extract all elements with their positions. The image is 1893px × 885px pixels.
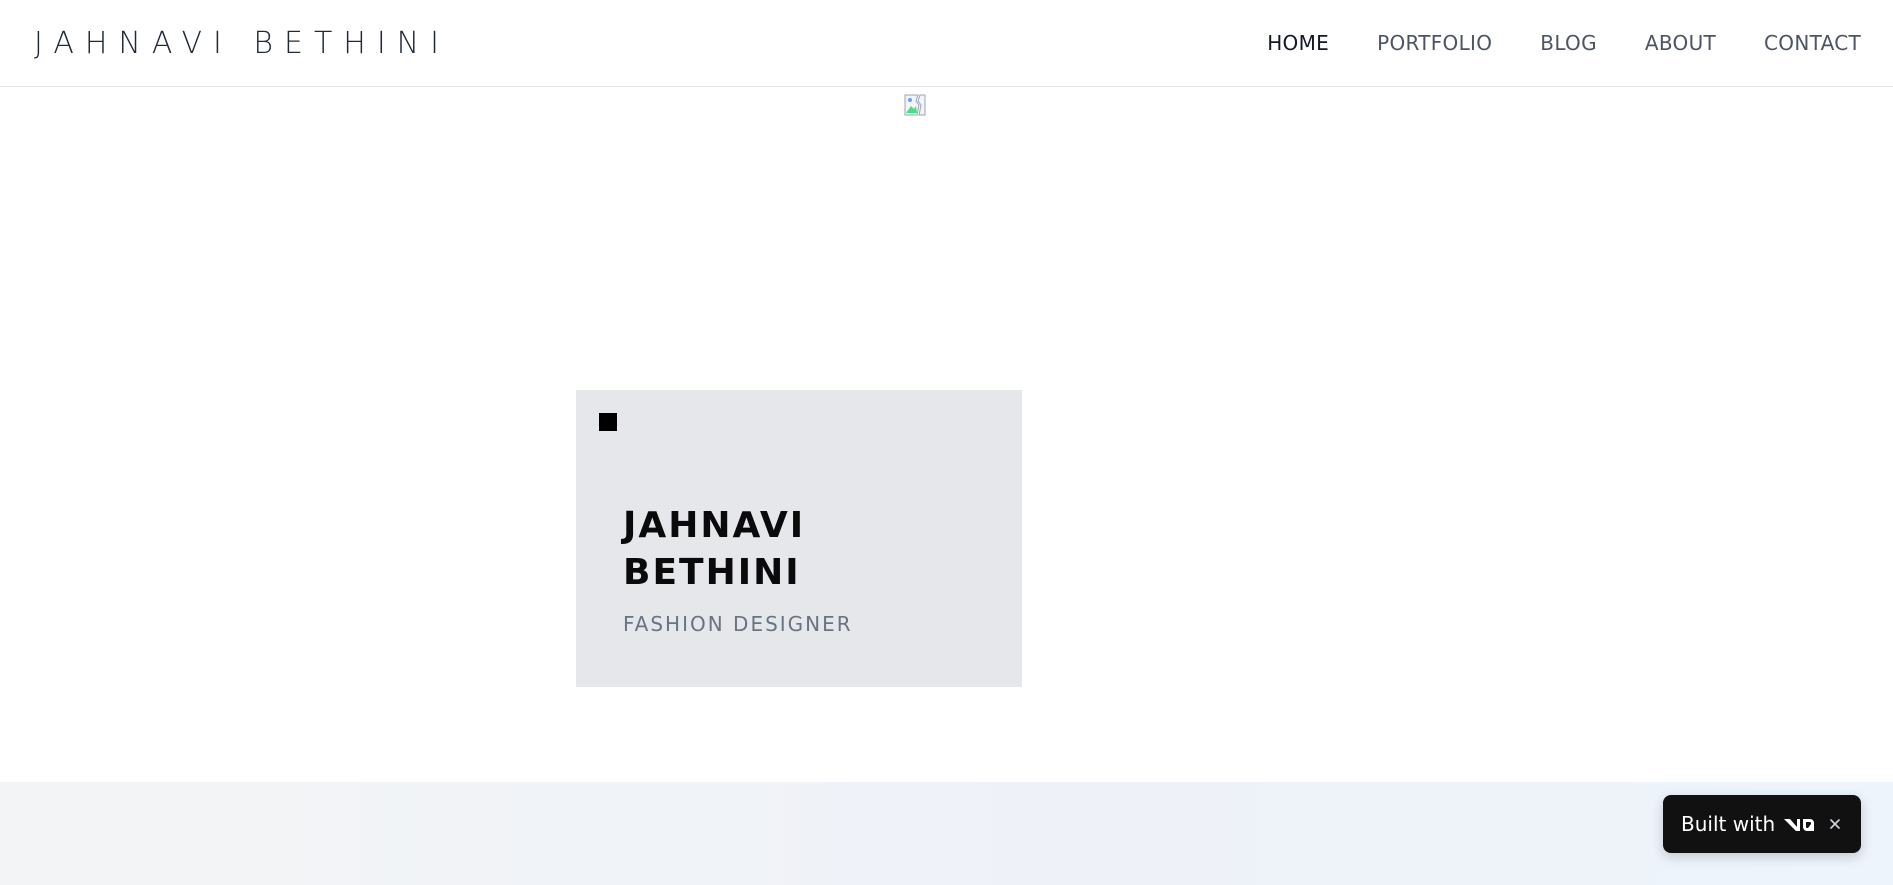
hero-name-line2: BETHINI <box>623 552 801 593</box>
page: JAHNAVI BETHINI HOME PORTFOLIO BLOG ABOU… <box>0 0 1893 885</box>
nav-blog[interactable]: BLOG <box>1540 31 1597 55</box>
hero-card: JAHNAVI BETHINI FASHION DESIGNER <box>576 390 1022 687</box>
nav-about[interactable]: ABOUT <box>1645 31 1716 55</box>
close-icon[interactable] <box>1825 814 1845 834</box>
decorative-square <box>599 413 617 431</box>
nav-portfolio[interactable]: PORTFOLIO <box>1377 31 1492 55</box>
nav-contact[interactable]: CONTACT <box>1764 31 1861 55</box>
toast-label: Built with <box>1681 812 1776 836</box>
broken-image-icon <box>903 93 927 117</box>
built-with-toast[interactable]: Built with <box>1663 795 1861 853</box>
site-header: JAHNAVI BETHINI HOME PORTFOLIO BLOG ABOU… <box>0 0 1893 87</box>
hero-subtitle: FASHION DESIGNER <box>623 612 853 636</box>
main-nav: HOME PORTFOLIO BLOG ABOUT CONTACT <box>1267 31 1861 55</box>
hero-name: JAHNAVI BETHINI <box>623 502 963 596</box>
site-logo[interactable]: JAHNAVI BETHINI <box>34 26 450 61</box>
v0-logo-icon <box>1783 815 1815 833</box>
hero-name-line1: JAHNAVI <box>623 505 806 546</box>
nav-home[interactable]: HOME <box>1267 31 1329 55</box>
next-section <box>0 782 1893 885</box>
